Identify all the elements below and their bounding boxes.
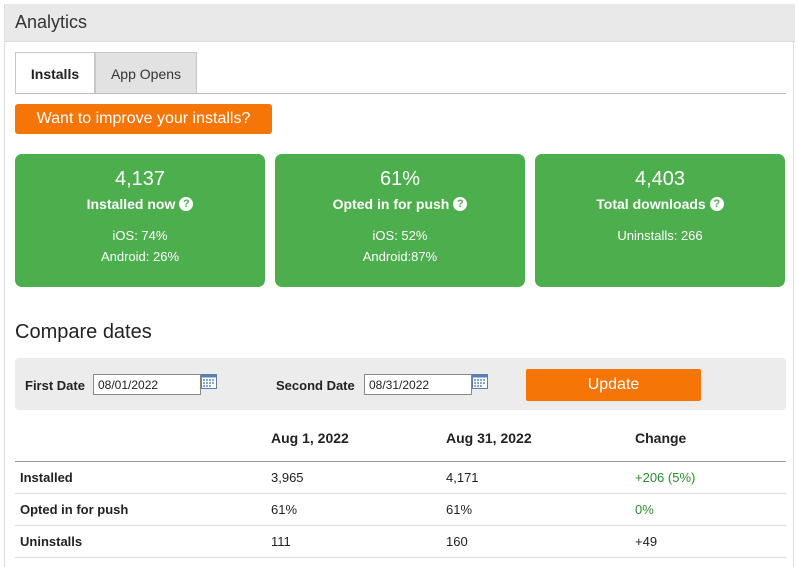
second-date-label: Second Date (276, 378, 355, 393)
stat-label-row: Installed now ? (15, 196, 265, 212)
stat-label-row: Opted in for push ? (275, 196, 525, 212)
row-value-aug1: 3,965 (271, 470, 304, 485)
table-row: Uninstalls 111 160 +49 (15, 526, 786, 558)
row-value-aug31: 160 (446, 534, 468, 549)
help-icon[interactable]: ? (709, 197, 724, 211)
stat-card-downloads: 4,403 Total downloads ? Uninstalls: 266 (535, 154, 785, 287)
second-date-input[interactable] (364, 374, 472, 395)
stat-card-installed: 4,137 Installed now ? iOS: 74% Android: … (15, 154, 265, 287)
compare-dates-title: Compare dates (15, 321, 152, 343)
stat-detail: Android:87% (362, 249, 438, 264)
row-value-aug31: 61% (446, 502, 473, 517)
column-header: Change (635, 430, 687, 446)
row-metric: Opted in for push (20, 502, 129, 517)
analytics-panel: Analytics Installs App Opens Want to imp… (4, 4, 795, 567)
stat-value: 61% (379, 168, 421, 190)
first-date-input[interactable] (93, 374, 201, 395)
panel-header: Analytics (5, 4, 795, 42)
tab-installs[interactable]: Installs (15, 52, 95, 94)
column-header: Aug 31, 2022 (446, 430, 532, 446)
row-change: +49 (635, 534, 658, 549)
tab-installs-label: Installs (30, 65, 80, 82)
row-change: 0% (635, 502, 654, 517)
update-button[interactable]: Update (526, 369, 701, 401)
tab-app-opens-label: App Opens (110, 65, 182, 82)
row-metric: Uninstalls (20, 534, 83, 549)
stat-detail: Android: 26% (100, 249, 180, 264)
stat-label-row: Total downloads ? (535, 196, 785, 212)
stat-label: Total downloads (596, 196, 706, 212)
calendar-icon[interactable] (472, 374, 488, 389)
row-change: +206 (5%) (635, 470, 696, 485)
improve-installs-button[interactable]: Want to improve your installs? (15, 104, 272, 134)
stat-label: Installed now (86, 196, 176, 212)
stat-detail: iOS: 74% (112, 228, 168, 243)
row-value-aug31: 4,171 (446, 470, 479, 485)
tabs-divider (15, 93, 786, 94)
row-value-aug1: 111 (271, 534, 291, 549)
row-metric: Installed (20, 470, 73, 485)
page-title: Analytics (15, 12, 88, 32)
help-icon[interactable]: ? (179, 197, 194, 211)
row-value-aug1: 61% (271, 502, 298, 517)
date-filter-bar: First Date Second Date Update (15, 358, 786, 410)
stat-detail: iOS: 52% (372, 228, 428, 243)
stat-label: Opted in for push (332, 196, 450, 212)
stat-detail: Uninstalls: 266 (617, 228, 703, 243)
table-row: Opted in for push 61% 61% 0% (15, 494, 786, 526)
stat-value: 4,137 (114, 168, 166, 190)
help-icon[interactable]: ? (453, 197, 468, 211)
stat-card-opted-in: 61% Opted in for push ? iOS: 52% Android… (275, 154, 525, 287)
table-row: Installed 3,965 4,171 +206 (5%) (15, 462, 786, 494)
stat-value: 4,403 (634, 168, 686, 190)
calendar-icon[interactable] (201, 374, 217, 389)
tab-app-opens[interactable]: App Opens (95, 52, 197, 94)
first-date-label: First Date (25, 378, 85, 393)
column-header: Aug 1, 2022 (271, 430, 349, 446)
